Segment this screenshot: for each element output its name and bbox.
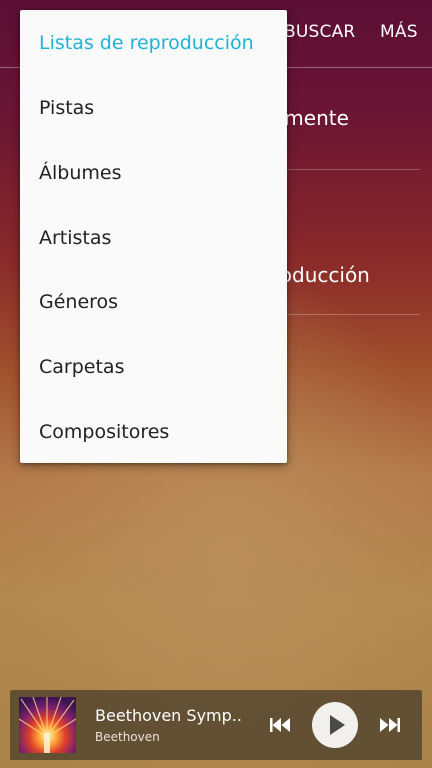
menu-item-artists[interactable]: Artistas (20, 205, 287, 270)
list-divider (272, 314, 420, 315)
list-divider (272, 169, 420, 170)
search-button[interactable]: BUSCAR (284, 22, 355, 42)
menu-item-playlists[interactable]: Listas de reproducción (20, 10, 287, 75)
menu-item-genres[interactable]: Géneros (20, 269, 287, 334)
menu-item-folders[interactable]: Carpetas (20, 334, 287, 399)
play-icon (330, 715, 345, 735)
music-app-screen: BUSCAR MÁS emente roducción Listas de re… (0, 0, 432, 768)
more-button[interactable]: MÁS (380, 22, 418, 42)
track-title: Beethoven Symp.. (95, 706, 242, 725)
skip-next-icon[interactable] (378, 713, 402, 737)
skip-previous-icon[interactable] (268, 713, 292, 737)
menu-item-composers[interactable]: Compositores (20, 399, 287, 464)
category-dropdown-menu: Listas de reproducción Pistas Álbumes Ar… (20, 10, 287, 463)
album-art[interactable] (19, 697, 76, 753)
mini-player[interactable]: Beethoven Symp.. Beethoven (10, 690, 422, 760)
play-button[interactable] (312, 702, 358, 748)
menu-item-albums[interactable]: Álbumes (20, 140, 287, 205)
menu-item-tracks[interactable]: Pistas (20, 75, 287, 140)
track-artist: Beethoven (95, 730, 160, 744)
